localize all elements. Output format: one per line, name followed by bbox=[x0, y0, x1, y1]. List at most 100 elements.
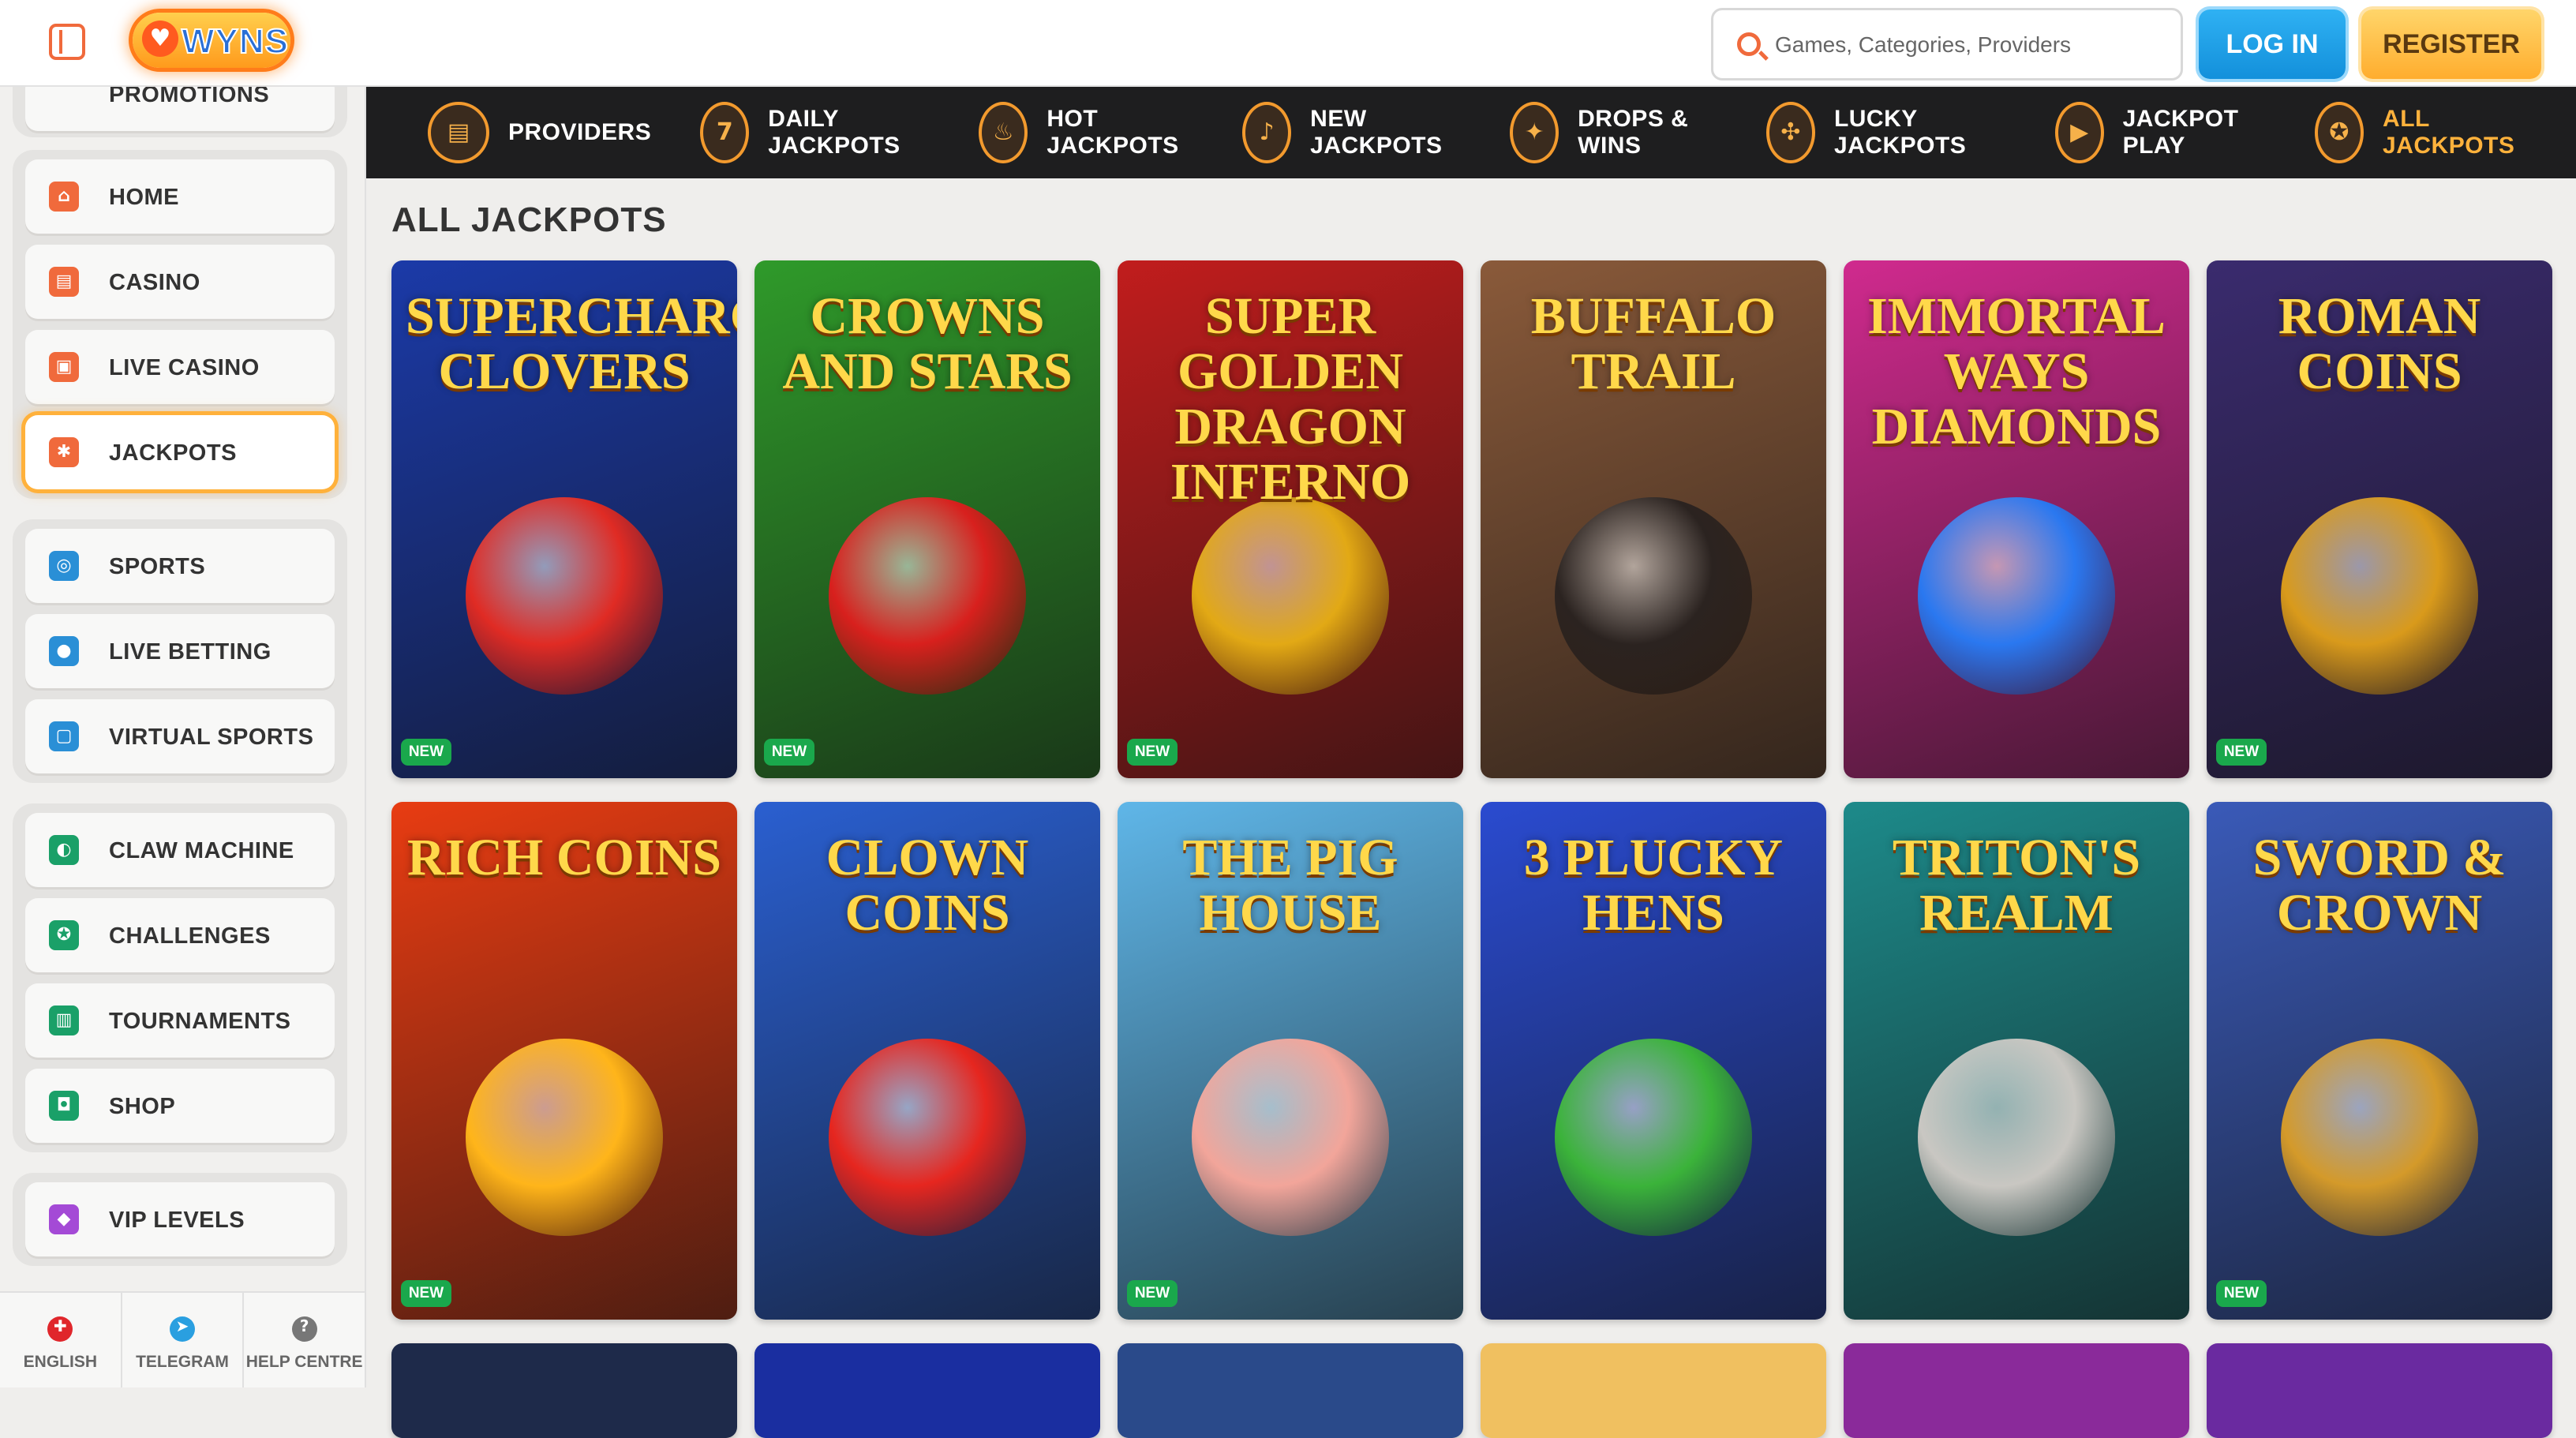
live-casino-icon: ▣ bbox=[49, 352, 79, 382]
game-title: CLOWN COINS bbox=[826, 829, 1029, 942]
sidebar-item-claw-machine[interactable]: ◐ CLAW MACHINE bbox=[25, 813, 335, 887]
sidebar-item-shop[interactable]: ◘ SHOP bbox=[25, 1069, 335, 1143]
game-tile[interactable]: BUFFALO TRAIL bbox=[1481, 260, 1826, 778]
category-label: DROPS & WINS bbox=[1578, 106, 1689, 159]
game-artwork bbox=[466, 1039, 663, 1236]
game-tile[interactable]: SUPER GOLDEN DRAGON INFERNO NEW bbox=[1118, 260, 1463, 778]
game-tile[interactable]: CROWNS AND STARS NEW bbox=[754, 260, 1100, 778]
game-title: 3 PLUCKY HENS bbox=[1523, 829, 1784, 942]
footer-label: ENGLISH bbox=[23, 1353, 97, 1371]
category-bar: ▤ PROVIDERS 7 DAILY JACKPOTS ♨ HOT JACKPOTS ♪ N… bbox=[366, 87, 2576, 178]
game-title: CROWNS AND STARS bbox=[782, 287, 1073, 400]
search-input[interactable] bbox=[1775, 24, 2162, 66]
game-tile[interactable] bbox=[2207, 1343, 2552, 1438]
telegram-icon: ➤ bbox=[170, 1316, 195, 1342]
sidebar-item-jackpots[interactable]: ✱ JACKPOTS bbox=[25, 415, 335, 489]
category-tab-hot-jackpots[interactable]: ♨ HOT JACKPOTS bbox=[979, 102, 1193, 163]
sidebar-item-label: VIP LEVELS bbox=[109, 1208, 245, 1233]
category-tab-daily-jackpots[interactable]: 7 DAILY JACKPOTS bbox=[700, 102, 930, 163]
jackpot-icon: ✱ bbox=[49, 437, 79, 467]
sidebar-item-label: CLAW MACHINE bbox=[109, 838, 294, 863]
game-title: ROMAN COINS bbox=[2278, 287, 2481, 400]
game-tile[interactable]: CLOWN COINS bbox=[754, 802, 1100, 1320]
top-bar: ♥ WYNS LOG IN REGISTER bbox=[0, 0, 2576, 87]
podium-icon: ▥ bbox=[49, 1005, 79, 1035]
game-artwork bbox=[1192, 1039, 1389, 1236]
game-title: BUFFALO TRAIL bbox=[1530, 287, 1777, 400]
game-artwork bbox=[1918, 1039, 2115, 1236]
providers-icon: ▤ bbox=[428, 102, 489, 163]
game-tile[interactable] bbox=[1481, 1343, 1826, 1438]
sidebar-item-virtual-sports[interactable]: ▢ VIRTUAL SPORTS bbox=[25, 699, 335, 773]
category-tab-jackpot-play[interactable]: ▶ JACKPOT PLAY bbox=[2054, 102, 2266, 163]
canada-flag-icon: ✚ bbox=[47, 1316, 73, 1342]
game-tile[interactable]: 3 PLUCKY HENS bbox=[1481, 802, 1826, 1320]
sidebar-group-sports: ◎ SPORTS ● LIVE BETTING ▢ VIRTUAL SPORTS bbox=[13, 519, 347, 783]
game-title: SWORD & CROWN bbox=[2252, 829, 2507, 942]
claw-icon: ◐ bbox=[49, 835, 79, 865]
new-badge: NEW bbox=[2216, 739, 2267, 766]
all-jackpots-icon: ✪ bbox=[2314, 102, 2364, 163]
search-box[interactable] bbox=[1711, 8, 2183, 81]
main-content: ALL JACKPOTS SUPERCHARGED CLOVERSNEWCROW… bbox=[366, 178, 2576, 1438]
sidebar-item-challenges[interactable]: ✪ CHALLENGES bbox=[25, 898, 335, 972]
game-tile[interactable] bbox=[1118, 1343, 1463, 1438]
sidebar-item-home[interactable]: ⌂ HOME bbox=[25, 159, 335, 234]
sidebar-item-label: SPORTS bbox=[109, 554, 206, 579]
sidebar-item-label: CASINO bbox=[109, 270, 200, 295]
sidebar-item-label: VIRTUAL SPORTS bbox=[109, 725, 314, 750]
new-badge: NEW bbox=[764, 739, 814, 766]
category-tab-providers[interactable]: ▤ PROVIDERS bbox=[428, 102, 651, 163]
sidebar-item-vip-levels[interactable]: ◆ VIP LEVELS bbox=[25, 1182, 335, 1256]
slot-machine-icon: ▤ bbox=[49, 267, 79, 297]
category-tab-all-jackpots[interactable]: ✪ ALL JACKPOTS bbox=[2314, 102, 2527, 163]
sidebar-item-label: TOURNAMENTS bbox=[109, 1009, 291, 1034]
drops-wins-icon: ✦ bbox=[1510, 102, 1559, 163]
sidebar-item-tournaments[interactable]: ▥ TOURNAMENTS bbox=[25, 983, 335, 1058]
home-icon: ⌂ bbox=[49, 182, 79, 212]
login-button[interactable]: LOG IN bbox=[2199, 9, 2346, 79]
footer-telegram-button[interactable]: ➤ TELEGRAM bbox=[122, 1293, 245, 1387]
game-title: IMMORTAL WAYS DIAMONDS bbox=[1867, 287, 2166, 455]
logo[interactable]: ♥ WYNS bbox=[133, 13, 290, 68]
sidebar-toggle-icon[interactable] bbox=[49, 24, 85, 60]
game-tile[interactable]: SUPERCHARGED CLOVERS NEW bbox=[391, 260, 737, 778]
sidebar-group-vip: ◆ VIP LEVELS bbox=[13, 1173, 347, 1266]
sidebar-item-live-casino[interactable]: ▣ LIVE CASINO bbox=[25, 330, 335, 404]
game-tile[interactable]: IMMORTAL WAYS DIAMONDS bbox=[1844, 260, 2189, 778]
game-tile[interactable]: TRITON'S REALM bbox=[1844, 802, 2189, 1320]
sidebar-item-casino[interactable]: ▤ CASINO bbox=[25, 245, 335, 319]
game-tile[interactable]: THE PIG HOUSE NEW bbox=[1118, 802, 1463, 1320]
new-badge: NEW bbox=[401, 1280, 451, 1307]
game-artwork bbox=[2281, 1039, 2478, 1236]
shop-bag-icon: ◘ bbox=[49, 1091, 79, 1121]
virtual-sports-icon: ▢ bbox=[49, 721, 79, 751]
category-label: DAILY JACKPOTS bbox=[768, 106, 900, 159]
help-icon: ? bbox=[291, 1316, 317, 1342]
register-button[interactable]: REGISTER bbox=[2361, 9, 2541, 79]
game-artwork bbox=[1192, 497, 1389, 695]
game-tile[interactable] bbox=[391, 1343, 737, 1438]
sidebar-item-live-betting[interactable]: ● LIVE BETTING bbox=[25, 614, 335, 688]
sidebar-item-sports[interactable]: ◎ SPORTS bbox=[25, 529, 335, 603]
game-artwork bbox=[1918, 497, 2115, 695]
game-tile[interactable]: SWORD & CROWN NEW bbox=[2207, 802, 2552, 1320]
category-label: PROVIDERS bbox=[508, 119, 652, 145]
game-artwork bbox=[1555, 497, 1752, 695]
sidebar-item-label: LIVE BETTING bbox=[109, 639, 271, 665]
category-tab-lucky-jackpots[interactable]: ✣ LUCKY JACKPOTS bbox=[1765, 102, 2006, 163]
game-tile[interactable]: RICH COINS NEW bbox=[391, 802, 737, 1320]
new-badge: NEW bbox=[1127, 739, 1178, 766]
game-tile[interactable] bbox=[754, 1343, 1100, 1438]
category-label: HOT JACKPOTS bbox=[1046, 106, 1179, 159]
category-tab-drops-wins[interactable]: ✦ DROPS & WINS bbox=[1510, 102, 1717, 163]
footer-english-button[interactable]: ✚ ENGLISH bbox=[0, 1293, 122, 1387]
page-title: ALL JACKPOTS bbox=[391, 200, 667, 239]
game-tile[interactable]: ROMAN COINS NEW bbox=[2207, 260, 2552, 778]
game-artwork bbox=[829, 497, 1026, 695]
game-tile[interactable] bbox=[1844, 1343, 2189, 1438]
footer-label: TELEGRAM bbox=[136, 1353, 229, 1371]
category-tab-new-jackpots[interactable]: ♪ NEW JACKPOTS bbox=[1242, 102, 1461, 163]
footer-help-centre-button[interactable]: ? HELP CENTRE bbox=[244, 1293, 365, 1387]
diamond-icon: ◆ bbox=[49, 1204, 79, 1234]
